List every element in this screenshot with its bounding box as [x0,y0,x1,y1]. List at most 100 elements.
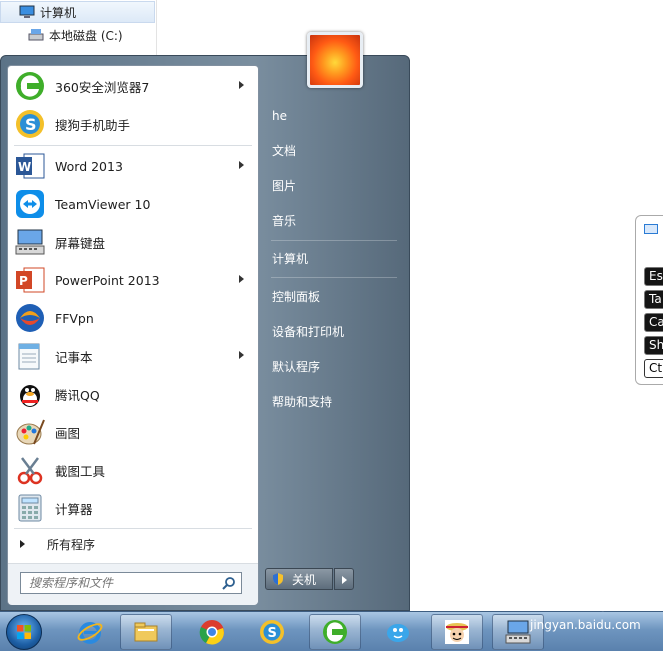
osk-key-ctrl[interactable]: Ct [644,359,663,378]
right-separator [271,277,397,278]
computer-icon [19,5,35,18]
program-label: 记事本 [55,349,93,365]
program-label: 截图工具 [55,463,106,479]
tree-item-drive-c[interactable]: 本地磁盘 (C:) [0,24,123,46]
submenu-arrow-icon [239,161,244,169]
program-label: 计算器 [55,501,93,517]
qq-icon [20,385,40,407]
program-calculator[interactable]: 计算器 [10,490,256,526]
start-right-computer[interactable]: 计算机 [272,249,308,269]
program-label: 屏幕键盘 [55,235,106,251]
sogou-assistant-icon: S [260,620,284,644]
osk-key-shift[interactable]: Sh [644,336,663,355]
program-label: 画图 [55,425,81,441]
ie-icon [77,622,103,644]
program-label: FFVpn [55,310,94,326]
word-icon: W [16,153,45,179]
taskbar-sogou-assistant[interactable]: S [246,614,298,650]
submenu-arrow-icon [239,275,244,283]
program-on-screen-keyboard[interactable]: 屏幕键盘 [10,224,256,260]
taskbar-explorer[interactable] [120,614,172,650]
search-icon[interactable] [222,576,236,590]
on-screen-keyboard-window: Es Ta Ca Sh Ct [635,215,663,385]
qq-bird-icon [387,624,409,642]
program-tencent-qq[interactable]: 腾讯QQ [10,376,256,412]
svg-text:P: P [19,274,28,288]
start-right-music[interactable]: 音乐 [272,211,296,231]
all-programs-button[interactable]: 所有程序 [16,533,95,555]
right-separator [271,240,397,241]
program-notepad[interactable]: 记事本 [10,338,256,374]
start-right-devices-printers[interactable]: 设备和打印机 [272,322,344,342]
taskbar-ie[interactable] [64,614,116,650]
on-screen-keyboard-icon [15,229,45,255]
program-teamviewer[interactable]: TeamViewer 10 [10,186,256,222]
explorer-folder-icon [134,622,158,642]
osk-key-tab[interactable]: Ta [644,290,663,309]
all-programs-arrow-icon [20,540,25,548]
taskbar-360-browser[interactable] [309,614,361,650]
powerpoint-icon: P [16,267,45,293]
program-label: 搜狗手机助手 [55,117,131,133]
luffy-avatar-icon [445,620,469,644]
taskbar-chrome[interactable] [186,614,238,650]
sogou-assistant-icon: S [16,110,44,138]
shutdown-options-button[interactable] [334,568,354,590]
menu-separator [14,145,252,146]
watermark-url: jingyan.baidu.com [530,618,641,632]
program-sogou-assistant[interactable]: S 搜狗手机助手 [10,106,256,142]
start-right-default-programs[interactable]: 默认程序 [272,357,320,377]
start-right-pictures[interactable]: 图片 [272,176,296,196]
start-search-input[interactable] [20,572,242,594]
teamviewer-icon [16,190,44,218]
shutdown-button[interactable]: 关机 [265,568,333,590]
notepad-icon [18,343,40,370]
submenu-arrow-icon [239,81,244,89]
menu-separator [14,528,252,529]
calculator-icon [18,494,42,522]
start-right-user-folder[interactable]: he [272,106,287,126]
start-right-control-panel[interactable]: 控制面板 [272,287,320,307]
start-right-help-support[interactable]: 帮助和支持 [272,392,332,412]
osk-key-caps[interactable]: Ca [644,313,663,332]
tree-item-label: 计算机 [40,5,77,20]
taskbar-luffy-app[interactable] [431,614,483,650]
svg-text:S: S [25,115,37,134]
drive-icon [28,29,44,41]
submenu-arrow-icon [239,351,244,359]
taskbar-qq-bird[interactable] [372,614,424,650]
on-screen-keyboard-icon [505,620,531,644]
program-label: 腾讯QQ [55,387,100,403]
program-360-browser[interactable]: 360安全浏览器7 [10,68,256,104]
start-right-documents[interactable]: 文档 [272,141,296,161]
snipping-tool-icon [17,457,43,485]
program-label: 360安全浏览器7 [55,79,150,95]
start-menu: 360安全浏览器7 S 搜狗手机助手 W Word 2013 TeamViewe… [0,55,410,611]
windows-logo-icon [17,625,31,639]
program-word-2013[interactable]: W Word 2013 [10,148,256,184]
svg-text:W: W [18,160,31,174]
program-ffvpn[interactable]: FFVpn [10,300,256,336]
program-paint[interactable]: 画图 [10,414,256,450]
start-menu-programs-pane: 360安全浏览器7 S 搜狗手机助手 W Word 2013 TeamViewe… [7,65,259,605]
baidu-jingyan-watermark: Bai du 经验 [500,590,619,614]
paint-icon [16,419,45,445]
program-label: Word 2013 [55,158,123,174]
svg-text:S: S [268,626,277,641]
osk-key-esc[interactable]: Es [644,267,663,286]
program-powerpoint-2013[interactable]: P PowerPoint 2013 [10,262,256,298]
chrome-icon [199,620,224,645]
ffvpn-icon [16,304,44,332]
browser-360-icon [323,620,347,644]
browser-360-icon [16,72,44,100]
start-button[interactable] [6,614,42,650]
shutdown-label: 关机 [292,572,317,587]
program-label: PowerPoint 2013 [55,272,160,288]
all-programs-label: 所有程序 [47,537,96,552]
program-snipping-tool[interactable]: 截图工具 [10,452,256,488]
user-avatar-flower[interactable] [307,32,363,88]
start-search-area [8,563,258,605]
tree-item-label: 本地磁盘 (C:) [49,28,123,43]
shield-icon [273,573,283,585]
tree-item-computer[interactable]: 计算机 [0,1,155,23]
